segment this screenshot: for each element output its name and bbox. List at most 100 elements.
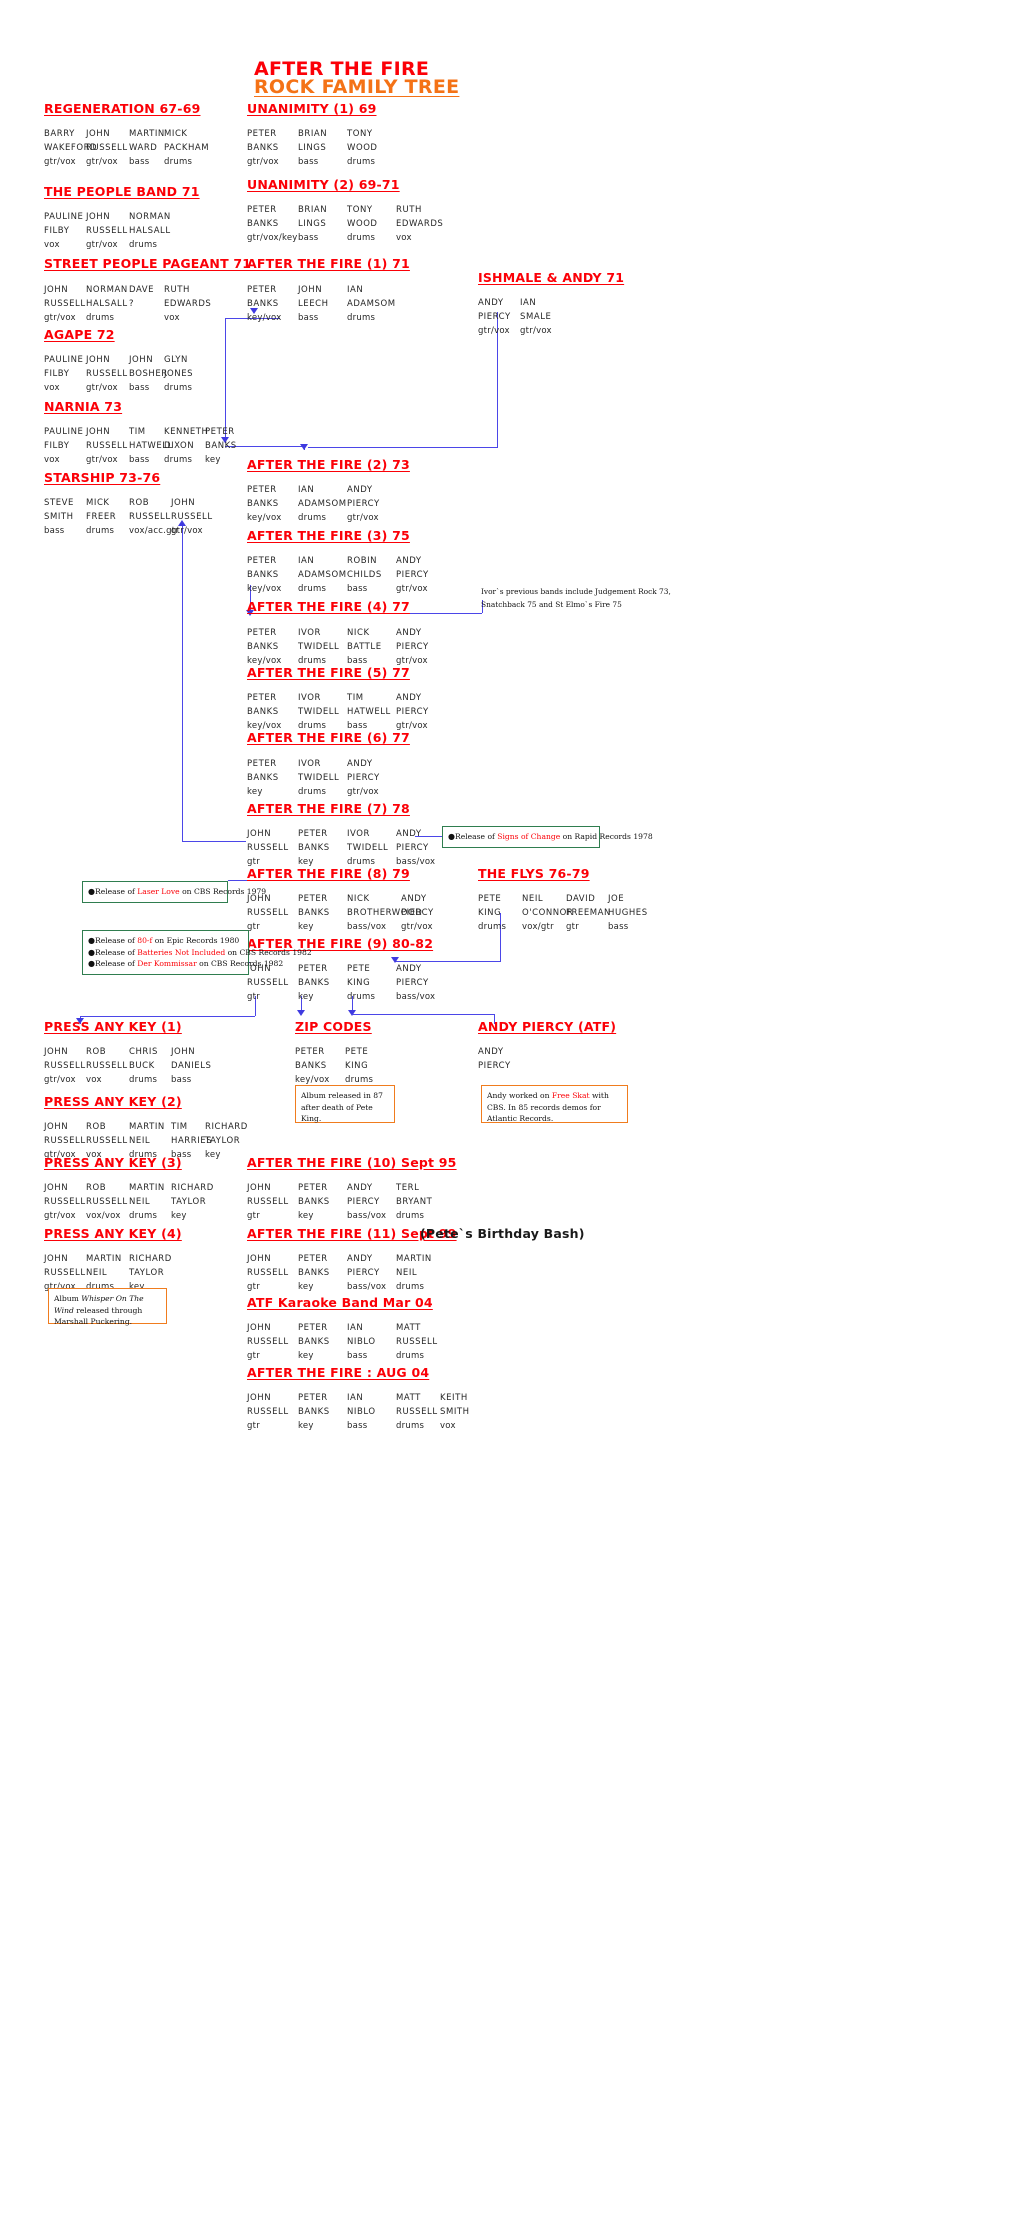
member-pak1-2: CHRIS BUCK drums	[129, 1047, 158, 1085]
member-narnia-0: PAULINE FILBY vox	[44, 427, 84, 465]
band-heading-andy-piercy-atf: ANDY PIERCY (ATF)	[478, 1019, 617, 1034]
note-laser-love: ●Release of Laser Love on CBS Records 19…	[82, 881, 266, 903]
member-street-people-0: JOHN RUSSELL gtr/vox	[44, 285, 86, 323]
band-heading-atf-10: AFTER THE FIRE (10) Sept 95	[247, 1155, 457, 1170]
band-heading-people-band: THE PEOPLE BAND 71	[44, 184, 200, 199]
band-heading-street-people-pageant: STREET PEOPLE PAGEANT 71	[44, 256, 252, 271]
member-pak2-4: RICHARD TAYLOR key	[205, 1122, 248, 1160]
member-atf5-2: TIM HATWELL bass	[347, 693, 391, 731]
member-atf5-1: IVOR TWIDELL drums	[298, 693, 340, 731]
member-people-band-2: NORMAN HALSALL drums	[129, 212, 171, 250]
member-flys-3: JOE HUGHES bass	[608, 894, 648, 932]
band-heading-press-any-key-2: PRESS ANY KEY (2)	[44, 1094, 182, 1109]
member-andyp-0: ANDY PIERCY	[478, 1047, 511, 1071]
band-heading-press-any-key-4: PRESS ANY KEY (4)	[44, 1226, 182, 1241]
band-heading-press-any-key-3: PRESS ANY KEY (3)	[44, 1155, 182, 1170]
member-people-band-1: JOHN RUSSELL gtr/vox	[86, 212, 128, 250]
member-atf11-0: JOHN RUSSELL gtr	[247, 1254, 289, 1292]
member-atf10-3: TERL BRYANT drums	[396, 1183, 433, 1221]
note-signs-of-change: ●Release of Signs of Change on Rapid Rec…	[442, 826, 653, 848]
member-atf2-0: PETER BANKS key/vox	[247, 485, 282, 523]
member-atf6-1: IVOR TWIDELL drums	[298, 759, 340, 797]
member-atf10-1: PETER BANKS key	[298, 1183, 330, 1221]
band-heading-unanimity-2: UNANIMITY (2) 69-71	[247, 177, 400, 192]
member-unanimity2-2: TONY WOOD drums	[347, 205, 378, 243]
band-heading-atf-aug04: AFTER THE FIRE : AUG 04	[247, 1365, 430, 1380]
page-subtitle: ROCK FAMILY TREE	[254, 76, 460, 98]
member-street-people-2: DAVE?	[129, 285, 155, 309]
member-atf9-1: PETER BANKS key	[298, 964, 330, 1002]
member-atf8-1: PETER BANKS key	[298, 894, 330, 932]
member-pak3-2: MARTIN NEIL drums	[129, 1183, 165, 1221]
member-atf7-3: ANDY PIERCY bass/vox	[396, 829, 436, 867]
member-unanimity2-0: PETER BANKS gtr/vox/key	[247, 205, 298, 243]
member-starship-0: STEVE SMITH bass	[44, 498, 74, 536]
member-karaoke-1: PETER BANKS key	[298, 1323, 330, 1361]
member-atf3-0: PETER BANKS key/vox	[247, 556, 282, 594]
member-zip-1: PETE KING drums	[345, 1047, 374, 1085]
member-atf4-0: PETER BANKS key/vox	[247, 628, 282, 666]
band-heading-agape: AGAPE 72	[44, 327, 115, 342]
connector-starship-h	[182, 841, 246, 842]
note-whisper-on-the-wind: Album Whisper On The Wind released throu…	[48, 1288, 167, 1326]
band-heading-regeneration: REGENERATION 67-69	[44, 101, 201, 116]
member-atf4-1: IVOR TWIDELL drums	[298, 628, 340, 666]
member-atf6-2: ANDY PIERCY gtr/vox	[347, 759, 380, 797]
band-heading-unanimity-1: UNANIMITY (1) 69	[247, 101, 377, 116]
member-narnia-1: JOHN RUSSELL gtr/vox	[86, 427, 128, 465]
member-narnia-3: KENNETH DIXON drums	[164, 427, 209, 465]
member-atf7-0: JOHN RUSSELL gtr	[247, 829, 289, 867]
note-ivor-previous-bands: Ivor`s previous bands include Judgement …	[481, 587, 671, 609]
member-street-people-3: RUTH EDWARDS vox	[164, 285, 212, 323]
band-heading-press-any-key-1: PRESS ANY KEY (1)	[44, 1019, 182, 1034]
band-heading-ishmale-andy: ISHMALE & ANDY 71	[478, 270, 625, 285]
member-flys-2: DAVID FREEMAN gtr	[566, 894, 611, 932]
band-heading-atf-7: AFTER THE FIRE (7) 78	[247, 801, 410, 816]
member-agape-2: JOHN BOSHER bass	[129, 355, 168, 393]
member-aug04-4: KEITH SMITH vox	[440, 1393, 470, 1431]
band-heading-atf-2: AFTER THE FIRE (2) 73	[247, 457, 410, 472]
arrow-to-zip-codes	[297, 1010, 305, 1016]
member-regeneration-1: JOHN RUSSELL gtr/vox	[86, 129, 128, 167]
band-heading-atf-5: AFTER THE FIRE (5) 77	[247, 665, 410, 680]
member-aug04-2: IAN NIBLO bass	[347, 1393, 376, 1431]
note-andy-free-skat: Andy worked on Free Skat with CBS. In 85…	[481, 1085, 628, 1123]
band-heading-atf-8: AFTER THE FIRE (8) 79	[247, 866, 410, 881]
member-atf9-0: JOHN RUSSELL gtr	[247, 964, 289, 1002]
band-heading-zip-codes: ZIP CODES	[295, 1019, 372, 1034]
arrow-to-atf2	[300, 444, 308, 450]
note-petes-birthday-bash: (Pete`s Birthday Bash)	[420, 1226, 585, 1241]
member-atf5-0: PETER BANKS key/vox	[247, 693, 282, 731]
band-heading-atf-1: AFTER THE FIRE (1) 71	[247, 256, 410, 271]
band-heading-the-flys: THE FLYS 76-79	[478, 866, 590, 881]
member-atf9-3: ANDY PIERCY bass/vox	[396, 964, 436, 1002]
band-heading-atf-6: AFTER THE FIRE (6) 77	[247, 730, 410, 745]
member-ishmale-1: IAN SMALE gtr/vox	[520, 298, 552, 336]
member-pak3-0: JOHN RUSSELL gtr/vox	[44, 1183, 86, 1221]
connector-atf9-left-h	[80, 1016, 255, 1017]
member-atf1-1: JOHN LEECH bass	[298, 285, 329, 323]
member-aug04-1: PETER BANKS key	[298, 1393, 330, 1431]
member-pak1-0: JOHN RUSSELL gtr/vox	[44, 1047, 86, 1085]
member-unanimity1-1: BRIAN LINGS bass	[298, 129, 328, 167]
band-heading-atf-karaoke: ATF Karaoke Band Mar 04	[247, 1295, 433, 1310]
member-pak1-1: ROB RUSSELL vox	[86, 1047, 128, 1085]
member-regeneration-3: MICK PACKHAM drums	[164, 129, 210, 167]
member-atf1-2: IAN ADAMSOM drums	[347, 285, 396, 323]
member-karaoke-0: JOHN RUSSELL gtr	[247, 1323, 289, 1361]
member-aug04-3: MATT RUSSELL drums	[396, 1393, 438, 1431]
member-atf4-3: ANDY PIERCY gtr/vox	[396, 628, 429, 666]
connector-narnia-h	[225, 446, 305, 447]
member-atf3-1: IAN ADAMSOM drums	[298, 556, 347, 594]
member-aug04-0: JOHN RUSSELL gtr	[247, 1393, 289, 1431]
family-tree-canvas: AFTER THE FIRE ROCK FAMILY TREE REGENERA…	[0, 0, 1020, 2231]
member-atf11-1: PETER BANKS key	[298, 1254, 330, 1292]
connector-ishmale-h	[308, 447, 498, 448]
member-starship-3: JOHN RUSSELL gtr/vox	[171, 498, 213, 536]
member-atf5-3: ANDY PIERCY gtr/vox	[396, 693, 429, 731]
member-karaoke-2: IAN NIBLO bass	[347, 1323, 376, 1361]
member-karaoke-3: MATT RUSSELL drums	[396, 1323, 438, 1361]
member-zip-0: PETER BANKS key/vox	[295, 1047, 330, 1085]
connector-starship-v	[182, 524, 183, 841]
member-unanimity1-0: PETER BANKS gtr/vox	[247, 129, 279, 167]
